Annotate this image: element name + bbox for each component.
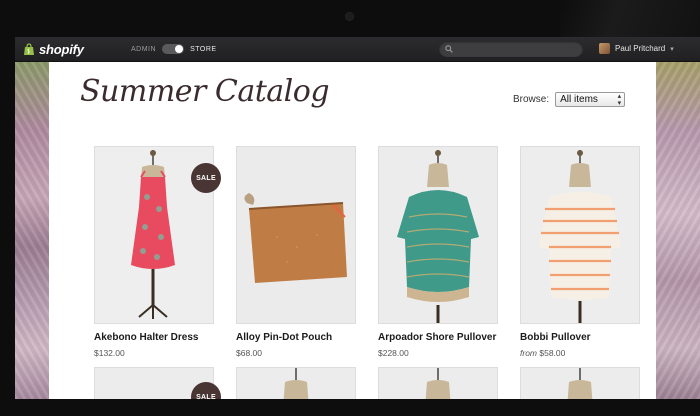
- product-card[interactable]: Alloy Pin-Dot Pouch $68.00: [236, 146, 356, 366]
- shopify-logo[interactable]: shopify: [23, 41, 84, 57]
- product-image[interactable]: [520, 146, 640, 324]
- product-name[interactable]: Bobbi Pullover: [520, 332, 591, 343]
- browse-select[interactable]: All items ▴ ▾: [555, 92, 626, 107]
- browse-selected-value: All items: [560, 94, 598, 105]
- product-price: $68.00: [236, 348, 262, 358]
- browse-label: Browse:: [513, 94, 550, 105]
- user-name: Paul Pritchard: [615, 44, 666, 53]
- bezel-reflection: [560, 0, 700, 40]
- product-price-value: $228.00: [378, 348, 409, 358]
- product-image-row2[interactable]: [236, 367, 356, 399]
- price-from-label: from: [520, 348, 537, 358]
- product-image-row2[interactable]: [520, 367, 640, 399]
- search-input[interactable]: [439, 41, 583, 57]
- admin-store-toggle[interactable]: [162, 44, 185, 54]
- sale-badge: SALE: [191, 382, 221, 399]
- product-price-value: $58.00: [539, 348, 566, 358]
- product-name[interactable]: Arpoador Shore Pullover: [378, 332, 496, 343]
- product-price: $228.00: [378, 348, 409, 358]
- chevron-down-icon: ▾: [670, 45, 674, 53]
- select-arrows-icon: ▴ ▾: [617, 92, 622, 107]
- page-title: Summer Catalog: [80, 74, 330, 109]
- device-bezel: shopify ADMIN STORE Paul Pritchard ▾ Sum…: [0, 0, 700, 416]
- user-menu[interactable]: Paul Pritchard ▾: [599, 43, 674, 54]
- search-icon: [445, 45, 453, 53]
- product-card[interactable]: Bobbi Pullover from $58.00: [520, 146, 640, 366]
- mannequin-image: [425, 368, 451, 399]
- toggle-knob: [175, 45, 184, 53]
- background-flowers-right: [656, 62, 700, 399]
- admin-bar: shopify ADMIN STORE Paul Pritchard ▾: [15, 37, 700, 62]
- product-card[interactable]: Arpoador Shore Pullover $228.00: [378, 146, 498, 366]
- browse-control: Browse: All items ▴ ▾: [513, 92, 626, 107]
- mode-admin-label[interactable]: ADMIN: [131, 46, 156, 53]
- shore-pullover-image: [379, 147, 497, 323]
- screen: shopify ADMIN STORE Paul Pritchard ▾ Sum…: [15, 37, 700, 399]
- product-name[interactable]: Akebono Halter Dress: [94, 332, 198, 343]
- product-image[interactable]: [378, 146, 498, 324]
- brand-name: shopify: [39, 41, 84, 57]
- mannequin-image: [283, 368, 309, 399]
- shopping-bag-icon: [24, 42, 34, 55]
- pouch-image: [237, 147, 355, 323]
- mode-switch: ADMIN STORE: [131, 44, 217, 54]
- background-flowers-left: [15, 62, 49, 399]
- product-image-row2[interactable]: [378, 367, 498, 399]
- avatar: [599, 43, 610, 54]
- mode-store-label[interactable]: STORE: [190, 46, 217, 53]
- product-image[interactable]: [236, 146, 356, 324]
- product-price-value: $132.00: [94, 348, 125, 358]
- camera-icon: [346, 13, 353, 20]
- product-price-value: $68.00: [236, 348, 262, 358]
- mannequin-image: [567, 368, 593, 399]
- bobbi-pullover-image: [521, 147, 639, 323]
- store-page: Summer Catalog Browse: All items ▴ ▾ Ake…: [49, 62, 656, 399]
- sale-badge: SALE: [191, 163, 221, 193]
- product-price: from $58.00: [520, 348, 565, 358]
- product-price: $132.00: [94, 348, 125, 358]
- product-name[interactable]: Alloy Pin-Dot Pouch: [236, 332, 332, 343]
